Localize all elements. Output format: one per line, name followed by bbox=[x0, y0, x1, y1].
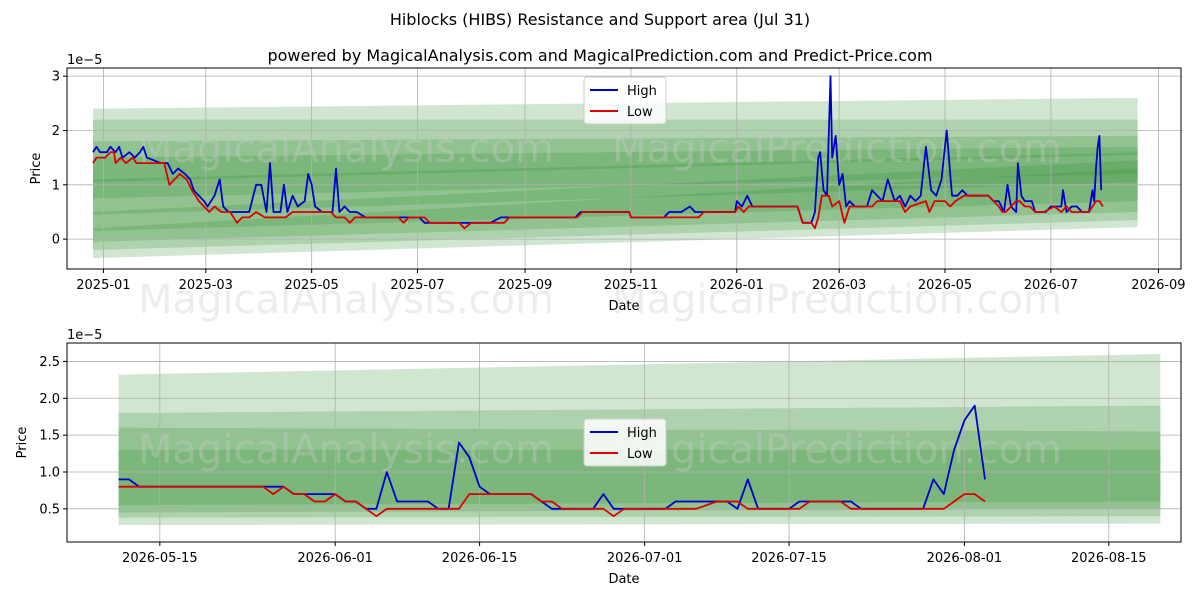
x-tick-label: 2025-05 bbox=[284, 278, 338, 293]
y-tick-label: 2.5 bbox=[39, 355, 60, 370]
y-tick-label: 1.5 bbox=[39, 429, 60, 444]
x-axis-label: Date bbox=[608, 572, 639, 587]
figure: MagicalAnalysis.com MagicalPrediction.com… bbox=[15, 53, 1186, 587]
x-tick-label: 2026-01 bbox=[710, 278, 764, 293]
y-tick-label: 1.0 bbox=[39, 465, 60, 480]
y-offset-label: 1e−5 bbox=[67, 53, 102, 68]
x-tick-label: 2026-08-15 bbox=[1071, 551, 1147, 566]
x-tick-label: 2026-07-01 bbox=[607, 551, 683, 566]
legend-label: High bbox=[627, 84, 657, 99]
x-tick-label: 2026-08-01 bbox=[927, 551, 1003, 566]
y-axis-label: Price bbox=[29, 153, 44, 185]
y-axis-label: Price bbox=[15, 427, 30, 459]
y-offset-label: 1e−5 bbox=[67, 328, 102, 343]
x-tick-label: 2026-06-15 bbox=[442, 551, 518, 566]
x-tick-label: 2026-09 bbox=[1131, 278, 1185, 293]
watermark: MagicalAnalysis.com bbox=[138, 126, 554, 172]
chart-panel-1: MagicalAnalysis.com MagicalPrediction.com… bbox=[29, 53, 1186, 323]
legend-label: Low bbox=[627, 447, 653, 462]
y-tick-label: 2.0 bbox=[39, 392, 60, 407]
y-tick-label: 0.5 bbox=[39, 502, 60, 517]
watermark: MagicalAnalysis.com bbox=[138, 427, 554, 473]
legend-label: Low bbox=[627, 105, 653, 120]
x-tick-label: 2026-05 bbox=[918, 278, 972, 293]
x-tick-label: 2026-07-15 bbox=[751, 551, 827, 566]
x-tick-label: 2026-05-15 bbox=[122, 551, 198, 566]
x-tick-label: 2025-07 bbox=[390, 278, 444, 293]
x-tick-label: 2026-03 bbox=[812, 278, 866, 293]
legend: High Low bbox=[583, 76, 667, 125]
x-tick-label: 2026-06-01 bbox=[297, 551, 373, 566]
y-tick-label: 2 bbox=[52, 124, 60, 139]
y-tick-label: 0 bbox=[52, 233, 60, 248]
x-tick-label: 2025-03 bbox=[179, 278, 233, 293]
legend-label: High bbox=[627, 426, 657, 441]
chart-panel-2: MagicalAnalysis.com MagicalPrediction.com… bbox=[15, 328, 1182, 587]
x-axis-label: Date bbox=[608, 299, 639, 314]
x-tick-label: 2025-09 bbox=[498, 278, 552, 293]
x-tick-label: 2025-01 bbox=[76, 278, 130, 293]
legend: High Low bbox=[583, 418, 667, 467]
x-tick-label: 2025-11 bbox=[604, 278, 658, 293]
y-tick-label: 1 bbox=[52, 178, 60, 193]
watermark: MagicalPrediction.com bbox=[612, 427, 1062, 473]
y-tick-label: 3 bbox=[52, 70, 60, 85]
x-tick-label: 2026-07 bbox=[1024, 278, 1078, 293]
